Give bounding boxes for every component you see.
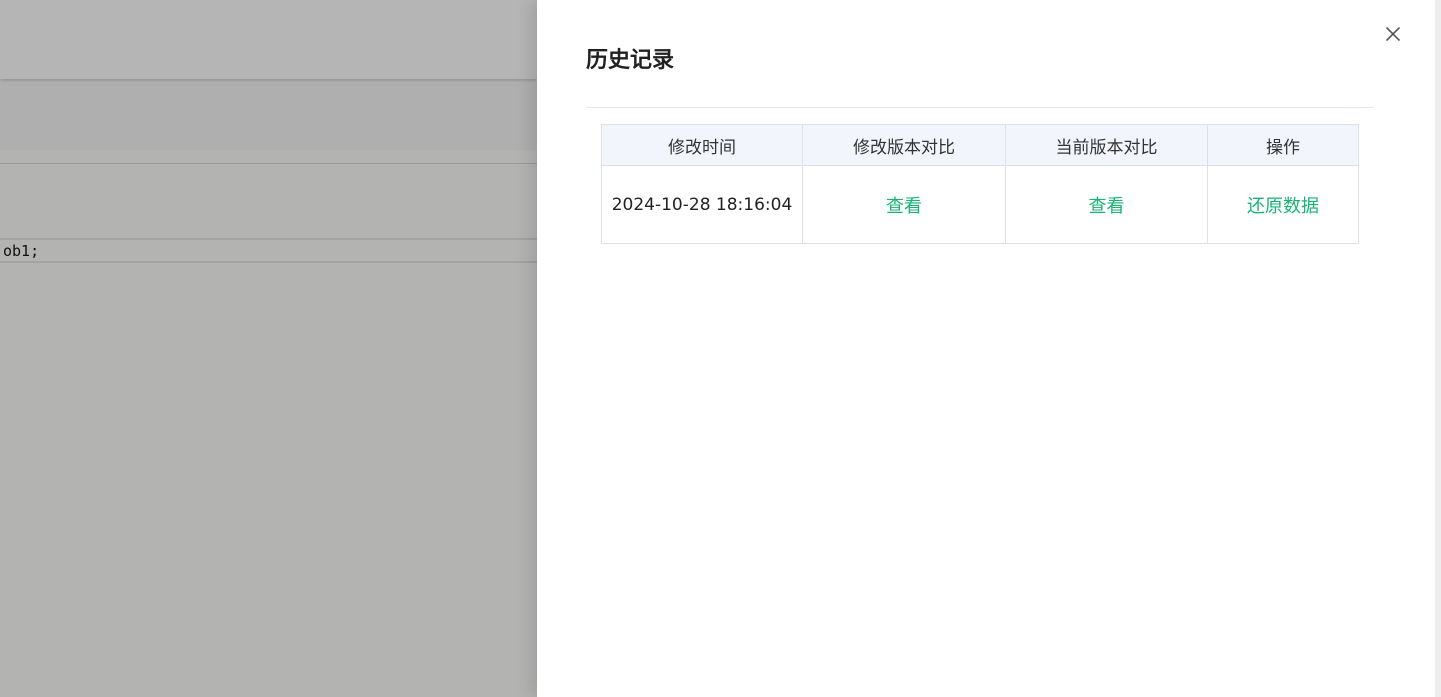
- header-current-version-compare: 当前版本对比: [1005, 124, 1208, 166]
- background-header: [0, 0, 537, 79]
- view-current-version-link[interactable]: 查看: [1089, 196, 1125, 217]
- cell-modify-time: 2024-10-28 18:16:04: [601, 165, 803, 244]
- table-row: 2024-10-28 18:16:04 查看 查看 还原数据: [601, 165, 1359, 244]
- cell-current-compare: 查看: [1005, 165, 1208, 244]
- restore-data-link[interactable]: 还原数据: [1247, 196, 1319, 217]
- history-drawer: 历史记录 修改时间 修改版本对比 当前版本对比 操作 2024-10-28 18…: [537, 0, 1435, 697]
- background-code-text: ob1;: [3, 242, 40, 260]
- header-actions: 操作: [1207, 124, 1359, 166]
- drawer-title: 历史记录: [586, 48, 675, 73]
- background-code-line: ob1;: [0, 238, 537, 263]
- close-button[interactable]: [1382, 23, 1404, 45]
- header-modified-version-compare: 修改版本对比: [802, 124, 1006, 166]
- close-icon: [1386, 27, 1400, 41]
- scrollbar-gutter: [1435, 0, 1441, 697]
- history-table: 修改时间 修改版本对比 当前版本对比 操作 2024-10-28 18:16:0…: [601, 124, 1359, 244]
- header-modify-time: 修改时间: [601, 124, 803, 166]
- drawer-divider: [586, 107, 1374, 108]
- background-toolbar: [0, 82, 537, 150]
- cell-action: 还原数据: [1207, 165, 1359, 244]
- view-modified-version-link[interactable]: 查看: [886, 196, 922, 217]
- cell-modified-compare: 查看: [802, 165, 1006, 244]
- table-header-row: 修改时间 修改版本对比 当前版本对比 操作: [601, 124, 1359, 166]
- background-divider: [0, 163, 537, 164]
